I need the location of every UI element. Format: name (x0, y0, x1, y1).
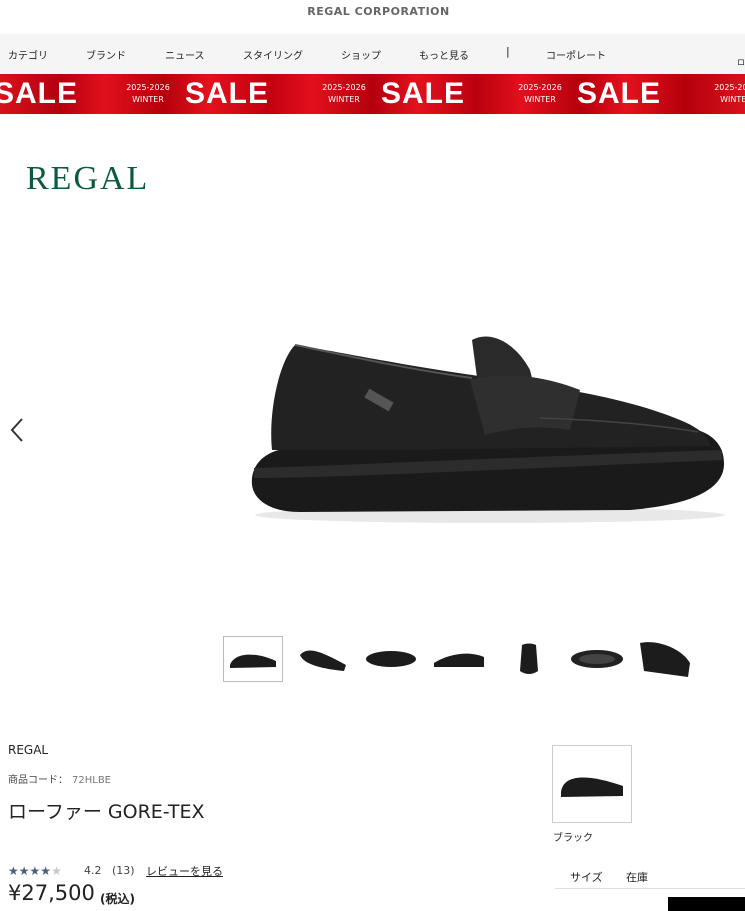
star-icon: ★ (8, 864, 19, 878)
product-code-label: 商品コード： (8, 775, 68, 786)
product-price: ¥27,500 (8, 881, 95, 905)
sale-text: SALE (381, 77, 466, 110)
thumbnail[interactable] (430, 637, 488, 681)
thumbnail[interactable] (223, 636, 283, 682)
thumbnail[interactable] (638, 637, 696, 681)
nav-item-styling[interactable]: スタイリング (243, 47, 303, 62)
thumbnail[interactable] (294, 637, 352, 681)
season-label: 2025-2026WINTER (518, 83, 562, 104)
sale-text: SALE (577, 77, 662, 110)
sale-banner[interactable]: SALE 2025-2026 WINTER SALE 2025-2026 WINTE… (0, 74, 745, 114)
product-code-value: 72HLBE (72, 775, 111, 786)
star-icon: ★ (40, 864, 52, 878)
product-code: 商品コード： 72HLBE (8, 771, 111, 786)
corporate-header: REGAL CORPORATION (0, 0, 745, 34)
nav-item-brand[interactable]: ブランド (86, 47, 126, 62)
season-label: 2025-2026WINTER (126, 83, 170, 104)
login-link[interactable]: ロ (737, 57, 745, 68)
rating-value: 4.2 (84, 864, 102, 877)
add-to-cart-button[interactable] (668, 897, 745, 911)
color-swatch[interactable] (552, 745, 632, 823)
thumbnail[interactable] (500, 637, 558, 681)
product-main-image[interactable] (240, 300, 735, 540)
stock-header: 在庫 (626, 871, 648, 884)
main-nav: カテゴリ ブランド ニュース スタイリング ショップ もっと見る | コーポレー… (0, 34, 745, 74)
nav-item-corporate[interactable]: コーポレート (546, 47, 606, 62)
nav-item-more[interactable]: もっと見る (419, 47, 469, 62)
rating-stars: ★★★★★ (8, 864, 62, 878)
chevron-left-icon[interactable] (6, 414, 28, 446)
table-divider (555, 888, 745, 889)
thumbnail[interactable] (362, 637, 420, 681)
star-icon: ★ (51, 864, 62, 878)
sale-text: SALE (0, 77, 79, 110)
nav-item-category[interactable]: カテゴリ (8, 47, 48, 62)
product-name: ローファー GORE-TEX (8, 801, 205, 823)
review-count: (13) (112, 864, 135, 877)
star-icon: ★ (29, 864, 41, 878)
season-label: 2025-2026WINTER (322, 83, 366, 104)
nav-separator: | (506, 45, 510, 58)
tax-label: (税込) (100, 892, 135, 906)
brand-logo[interactable]: REGAL (26, 160, 149, 198)
review-link[interactable]: レビューを見る (146, 863, 223, 879)
size-header: サイズ (570, 871, 603, 884)
product-brand[interactable]: REGAL (8, 743, 48, 757)
thumbnail[interactable] (568, 637, 626, 681)
star-icon: ★ (18, 864, 30, 878)
color-label: ブラック (553, 833, 593, 844)
corporate-name[interactable]: REGAL CORPORATION (307, 5, 449, 18)
season-label: 2025-2026WINTER (714, 83, 745, 104)
sale-text: SALE (185, 77, 270, 110)
nav-item-shop[interactable]: ショップ (341, 47, 381, 62)
nav-item-news[interactable]: ニュース (165, 47, 205, 62)
